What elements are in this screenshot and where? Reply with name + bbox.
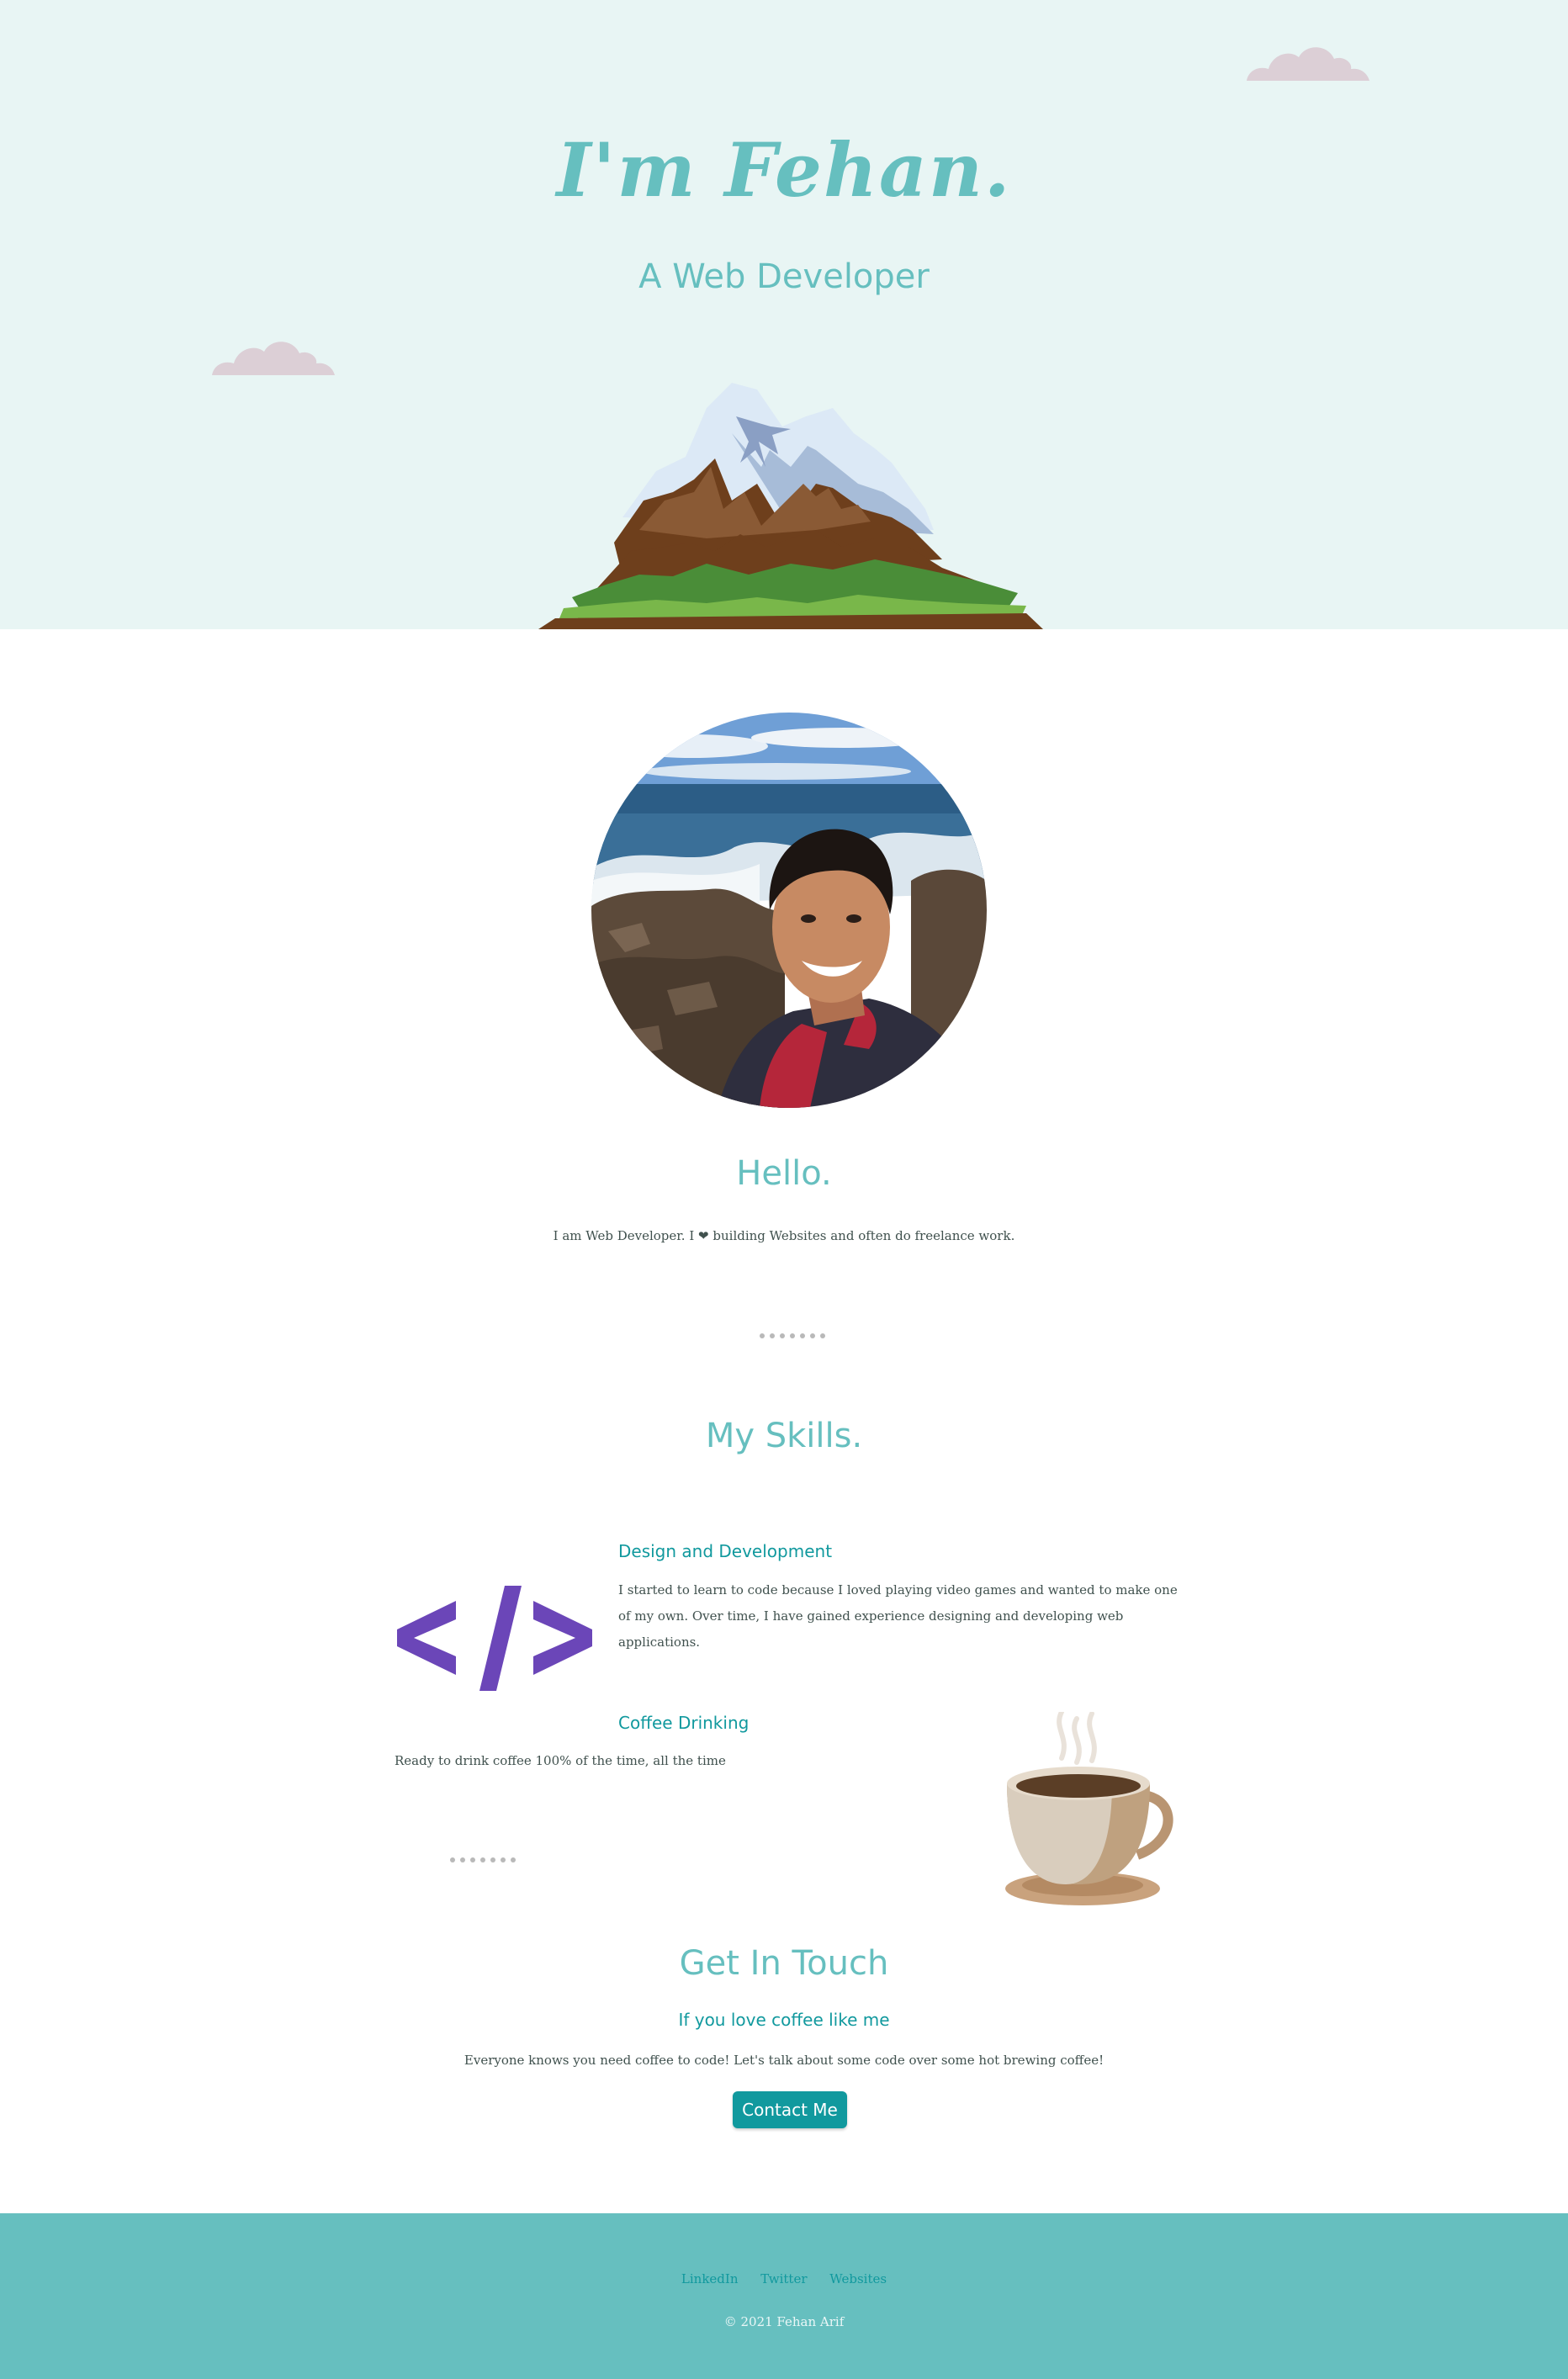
hero-title: I'm Fehan. xyxy=(556,126,1012,214)
profile-photo xyxy=(591,713,987,1108)
heart-icon: ❤ xyxy=(698,1228,709,1243)
footer-link-twitter[interactable]: Twitter xyxy=(760,2271,807,2286)
contact-me-button[interactable]: Contact Me xyxy=(733,2091,847,2128)
coffee-cup-icon xyxy=(1005,1712,1173,1905)
footer-links: LinkedIn Twitter Websites xyxy=(0,2271,1568,2286)
mountain-illustration xyxy=(538,383,1043,629)
about-title: Hello. xyxy=(736,1154,832,1193)
skills-title: My Skills. xyxy=(705,1417,863,1455)
skill-heading-design: Design and Development xyxy=(618,1541,833,1561)
copyright: © 2021 Fehan Arif xyxy=(723,2314,845,2329)
skill-text-coffee: Ready to drink coffee 100% of the time, … xyxy=(395,1753,726,1768)
cloud-icon xyxy=(1247,47,1369,81)
profile-photo-image xyxy=(591,713,987,1108)
contact-text: Everyone knows you need coffee to code! … xyxy=(464,2053,1104,2068)
footer-link-websites[interactable]: Websites xyxy=(829,2271,887,2286)
cloud-icon xyxy=(212,342,335,375)
code-icon xyxy=(397,1586,592,1691)
contact-subtitle: If you love coffee like me xyxy=(678,2010,890,2030)
hero-subtitle: A Web Developer xyxy=(638,257,930,296)
hero-section: I'm Fehan. A Web Developer xyxy=(0,0,1568,629)
footer: LinkedIn Twitter Websites © 2021 Fehan A… xyxy=(0,2213,1568,2379)
contact-title: Get In Touch xyxy=(679,1944,889,1983)
dotted-divider xyxy=(760,1333,825,1340)
skill-heading-coffee: Coffee Drinking xyxy=(618,1713,750,1733)
footer-link-linkedin[interactable]: LinkedIn xyxy=(681,2271,739,2286)
about-text-end: building Websites and often do freelance… xyxy=(708,1228,1015,1243)
about-text: I am Web Developer. I ❤ building Website… xyxy=(0,1228,1568,1243)
dotted-divider xyxy=(450,1857,516,1864)
about-text-start: I am Web Developer. I xyxy=(553,1228,699,1243)
skill-text-design: I started to learn to code because I lov… xyxy=(618,1582,1178,1650)
